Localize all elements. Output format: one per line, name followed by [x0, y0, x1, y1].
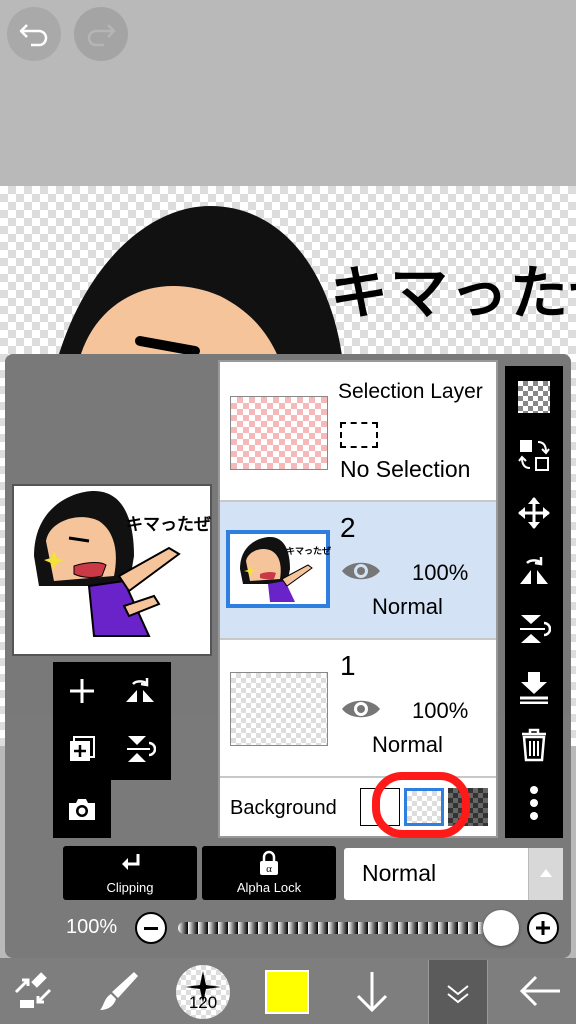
clipping-label: Clipping: [106, 880, 154, 895]
opacity-slider-thumb[interactable]: [483, 910, 519, 946]
layer-thumbnail-selected: キマったぜ: [226, 530, 332, 608]
layer-blend-mode: Normal: [372, 594, 443, 619]
layer-tools-grid: [53, 662, 171, 780]
move-arrows-icon: [518, 497, 550, 529]
layer-blend-mode: Normal: [372, 732, 443, 757]
back-button[interactable]: [516, 966, 566, 1016]
brush-size-button[interactable]: 120: [176, 965, 230, 1019]
minus-icon: [144, 927, 158, 930]
checkerboard-icon: [518, 381, 550, 413]
more-options-button[interactable]: [505, 774, 563, 832]
move-tool-button[interactable]: [505, 484, 563, 542]
chevron-double-down-icon: [447, 985, 469, 1004]
brush-icon: [100, 972, 138, 1010]
svg-text:α: α: [266, 863, 272, 875]
eye-visible-icon[interactable]: [340, 558, 382, 584]
flip-layer-vertical-button[interactable]: [505, 600, 563, 658]
arrow-left-icon: [519, 975, 560, 1007]
swap-layer-icon: [518, 440, 550, 471]
delete-layer-button[interactable]: [505, 716, 563, 774]
flip-vertical-icon: [127, 736, 156, 762]
clipping-button[interactable]: Clipping: [63, 846, 197, 900]
blend-mode-dropdown[interactable]: [528, 848, 563, 900]
layer-down-button[interactable]: [350, 966, 394, 1016]
canvas-preview: キマったぜ: [12, 484, 212, 656]
background-label: Background: [230, 797, 337, 819]
layer-row[interactable]: 1 100% Normal: [220, 640, 496, 778]
transparent-fill-button[interactable]: [505, 368, 563, 426]
flip-vertical-icon: [520, 615, 551, 643]
plus-icon: [536, 921, 550, 935]
chevron-up-icon: [540, 869, 552, 877]
opacity-decrease-button[interactable]: [135, 912, 167, 944]
selection-marquee-icon: [340, 422, 378, 448]
opacity-increase-button[interactable]: [527, 912, 559, 944]
layers-list: Selection Layer No Selection キマったぜ 2 100…: [218, 360, 498, 838]
selection-status: No Selection: [340, 456, 471, 482]
opacity-value: 100%: [66, 916, 118, 938]
trash-icon: [522, 728, 546, 762]
undo-icon: [19, 24, 48, 47]
camera-button[interactable]: [53, 780, 111, 838]
layer-thumbnail: [230, 672, 328, 746]
camera-tool: [53, 780, 111, 838]
undo-button[interactable]: [7, 7, 61, 61]
selection-layer-title: Selection Layer: [338, 380, 483, 403]
flip-vertical-button[interactable]: [111, 720, 169, 778]
flip-horizontal-icon: [520, 557, 548, 584]
flip-layer-horizontal-button[interactable]: [505, 542, 563, 600]
duplicate-layer-button[interactable]: [53, 720, 111, 778]
opacity-slider-track[interactable]: [178, 922, 500, 934]
brush-tool-button[interactable]: [94, 966, 144, 1016]
plus-icon: [70, 679, 94, 703]
canvas-sticker-text: キマったぜ: [330, 261, 576, 326]
brush-size-value: 120: [188, 993, 218, 1012]
transform-tool-button[interactable]: [8, 966, 58, 1016]
layer-2-sticker-text: キマったぜ: [286, 546, 332, 556]
merge-down-icon: [520, 672, 548, 704]
preview-sticker-text: キマったぜ: [126, 515, 211, 534]
alpha-lock-label: Alpha Lock: [236, 880, 302, 895]
arrow-down-icon: [356, 972, 388, 1013]
selection-layer-row[interactable]: Selection Layer No Selection: [220, 362, 496, 502]
redo-button[interactable]: [74, 7, 128, 61]
layer-name: 2: [340, 512, 356, 543]
layers-panel-toggle-button[interactable]: [428, 960, 488, 1024]
add-layer-button[interactable]: [53, 662, 111, 720]
blend-mode-select[interactable]: Normal: [344, 848, 563, 900]
layer-opacity: 100%: [412, 560, 469, 585]
clipping-icon: [122, 854, 140, 870]
selection-layer-thumbnail: [230, 396, 328, 470]
flip-horizontal-icon: [126, 678, 154, 702]
layer-row[interactable]: キマったぜ 2 100% Normal: [220, 502, 496, 640]
alpha-lock-icon: α: [260, 850, 278, 875]
eye-visible-icon[interactable]: [340, 696, 382, 722]
alpha-lock-button[interactable]: α Alpha Lock: [202, 846, 336, 900]
layer-name: 1: [340, 650, 356, 681]
highlight-circle: [372, 772, 470, 838]
more-vertical-icon: [530, 786, 538, 820]
flip-horizontal-button[interactable]: [111, 662, 169, 720]
redo-icon: [87, 24, 116, 47]
color-swatch-button[interactable]: [265, 970, 309, 1014]
background-row: Background: [220, 772, 496, 838]
duplicate-layer-icon: [70, 736, 95, 761]
move-layer-content-button[interactable]: [505, 426, 563, 484]
transform-icon: [14, 972, 52, 1008]
camera-icon: [69, 799, 95, 820]
right-toolbar: [505, 366, 563, 838]
merge-down-button[interactable]: [505, 658, 563, 716]
layer-opacity: 100%: [412, 698, 469, 723]
blend-mode-value: Normal: [362, 860, 437, 886]
